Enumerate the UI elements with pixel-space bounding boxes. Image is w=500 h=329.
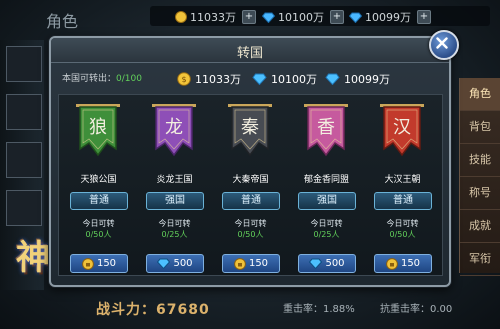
today-transfer-label: 今日可转 <box>386 219 419 228</box>
currency-diamond: 10100万 + <box>262 9 344 25</box>
cost-value: 150 <box>248 258 269 269</box>
nation-flag-icon: 香 <box>304 104 348 157</box>
nation-flag-icon: 秦 <box>228 104 272 157</box>
nation-name: 天狼公国 <box>80 175 117 185</box>
tab-bag[interactable]: 背包 <box>460 111 500 144</box>
svg-text:龙: 龙 <box>165 117 183 138</box>
diamond-icon <box>309 258 323 269</box>
nation-card[interactable]: 汉大汉王朝普通今日可转 0/50人 150 <box>366 95 439 275</box>
nation-type-button[interactable]: 普通 <box>374 192 432 210</box>
today-transfer-label: 今日可转 <box>310 219 343 228</box>
tab-rank[interactable]: 军衔 <box>460 243 500 276</box>
nation-type-button[interactable]: 强国 <box>146 192 204 210</box>
nation-card[interactable]: 龙炎龙王国强国今日可转 0/25人 500 <box>138 95 211 275</box>
add-diamond-button[interactable]: + <box>330 10 344 24</box>
currency-gold: 11033万 + <box>175 9 256 25</box>
nation-flag-icon: 汉 <box>380 104 424 157</box>
dialog-title: 转国 <box>236 46 263 61</box>
nation-flag-icon: 龙 <box>152 104 196 157</box>
nation-name: 大秦帝国 <box>232 175 269 185</box>
nation-name: 炎龙王国 <box>156 175 193 185</box>
diamond-icon <box>325 73 340 85</box>
nation-name: 郁金香同盟 <box>303 175 349 185</box>
close-icon <box>436 37 448 49</box>
diamond-icon <box>349 12 362 23</box>
resource-diamond: 10100万 <box>252 71 317 87</box>
today-transfer-label: 今日可转 <box>234 219 267 228</box>
cost-value: 150 <box>400 258 421 269</box>
resource-bound-diamond: 10099万 <box>325 71 390 87</box>
transfer-cost-button[interactable]: 150 <box>70 254 128 273</box>
lock-coin-icon <box>234 257 246 270</box>
transfer-quota: 0/25人 <box>161 230 188 239</box>
equipment-slot[interactable] <box>6 94 42 130</box>
lock-coin-icon <box>82 257 94 270</box>
combat-power: 战斗力：67680 <box>96 302 210 318</box>
transfer-cost-button[interactable]: 500 <box>146 254 204 273</box>
close-button[interactable] <box>429 30 459 60</box>
transfer-quota: 0/50人 <box>85 230 112 239</box>
add-bound-diamond-button[interactable]: + <box>417 10 431 24</box>
tab-skills[interactable]: 技能 <box>460 144 500 177</box>
resource-gold: $ 11033万 <box>177 71 241 87</box>
transfer-cost-button[interactable]: 150 <box>222 254 280 273</box>
nation-card[interactable]: 秦大秦帝国普通今日可转 0/50人 150 <box>214 95 287 275</box>
add-gold-button[interactable]: + <box>242 10 256 24</box>
equipment-slot[interactable] <box>6 142 42 178</box>
transfer-out-info: 本国可转出：0/100 <box>62 74 142 84</box>
cost-value: 500 <box>173 258 193 269</box>
transfer-quota: 0/50人 <box>389 230 416 239</box>
nation-flag-icon: 狼 <box>76 104 120 157</box>
stat-anti-crit: 抗重击率：0.00 <box>380 304 453 315</box>
tab-achievements[interactable]: 成就 <box>460 210 500 243</box>
today-transfer-label: 今日可转 <box>158 219 191 228</box>
svg-text:汉: 汉 <box>393 117 411 138</box>
lock-coin-icon <box>386 257 398 270</box>
svg-text:秦: 秦 <box>241 117 259 138</box>
nation-card[interactable]: 狼天狼公国普通今日可转 0/50人 150 <box>62 95 135 275</box>
nation-list: 狼天狼公国普通今日可转 0/50人 150 龙炎龙王国强国今日可转 0/25人 500 秦大… <box>58 94 443 276</box>
diamond-icon <box>252 73 267 85</box>
equipment-slot[interactable] <box>6 190 42 226</box>
transfer-quota: 0/25人 <box>313 230 340 239</box>
nation-name: 大汉王朝 <box>384 175 421 185</box>
stat-crit: 重击率：1.88% <box>283 304 355 315</box>
gold-coin-icon <box>175 11 187 23</box>
side-tab-bar: 角色 背包 技能 称号 成就 军衔 <box>459 78 500 276</box>
transfer-cost-button[interactable]: 150 <box>374 254 432 273</box>
tab-character[interactable]: 角色 <box>460 78 500 111</box>
background-title: 角色 <box>46 12 79 31</box>
transfer-cost-button[interactable]: 500 <box>298 254 356 273</box>
svg-text:狼: 狼 <box>89 117 107 138</box>
svg-text:香: 香 <box>317 117 335 138</box>
cost-value: 500 <box>325 258 345 269</box>
nation-type-button[interactable]: 强国 <box>298 192 356 210</box>
diamond-icon <box>157 258 171 269</box>
today-transfer-label: 今日可转 <box>82 219 115 228</box>
equipment-slot[interactable] <box>6 46 42 82</box>
gold-coin-icon: $ <box>177 72 191 86</box>
tab-titles[interactable]: 称号 <box>460 177 500 210</box>
dialog-header: 转国 <box>51 38 449 63</box>
diamond-icon <box>262 12 275 23</box>
currency-bound-diamond: 10099万 + <box>349 9 431 25</box>
cost-value: 150 <box>96 258 117 269</box>
nation-type-button[interactable]: 普通 <box>222 192 280 210</box>
transfer-quota: 0/50人 <box>237 230 264 239</box>
nation-type-button[interactable]: 普通 <box>70 192 128 210</box>
nation-card[interactable]: 香郁金香同盟强国今日可转 0/25人 500 <box>290 95 363 275</box>
svg-text:$: $ <box>181 75 186 84</box>
